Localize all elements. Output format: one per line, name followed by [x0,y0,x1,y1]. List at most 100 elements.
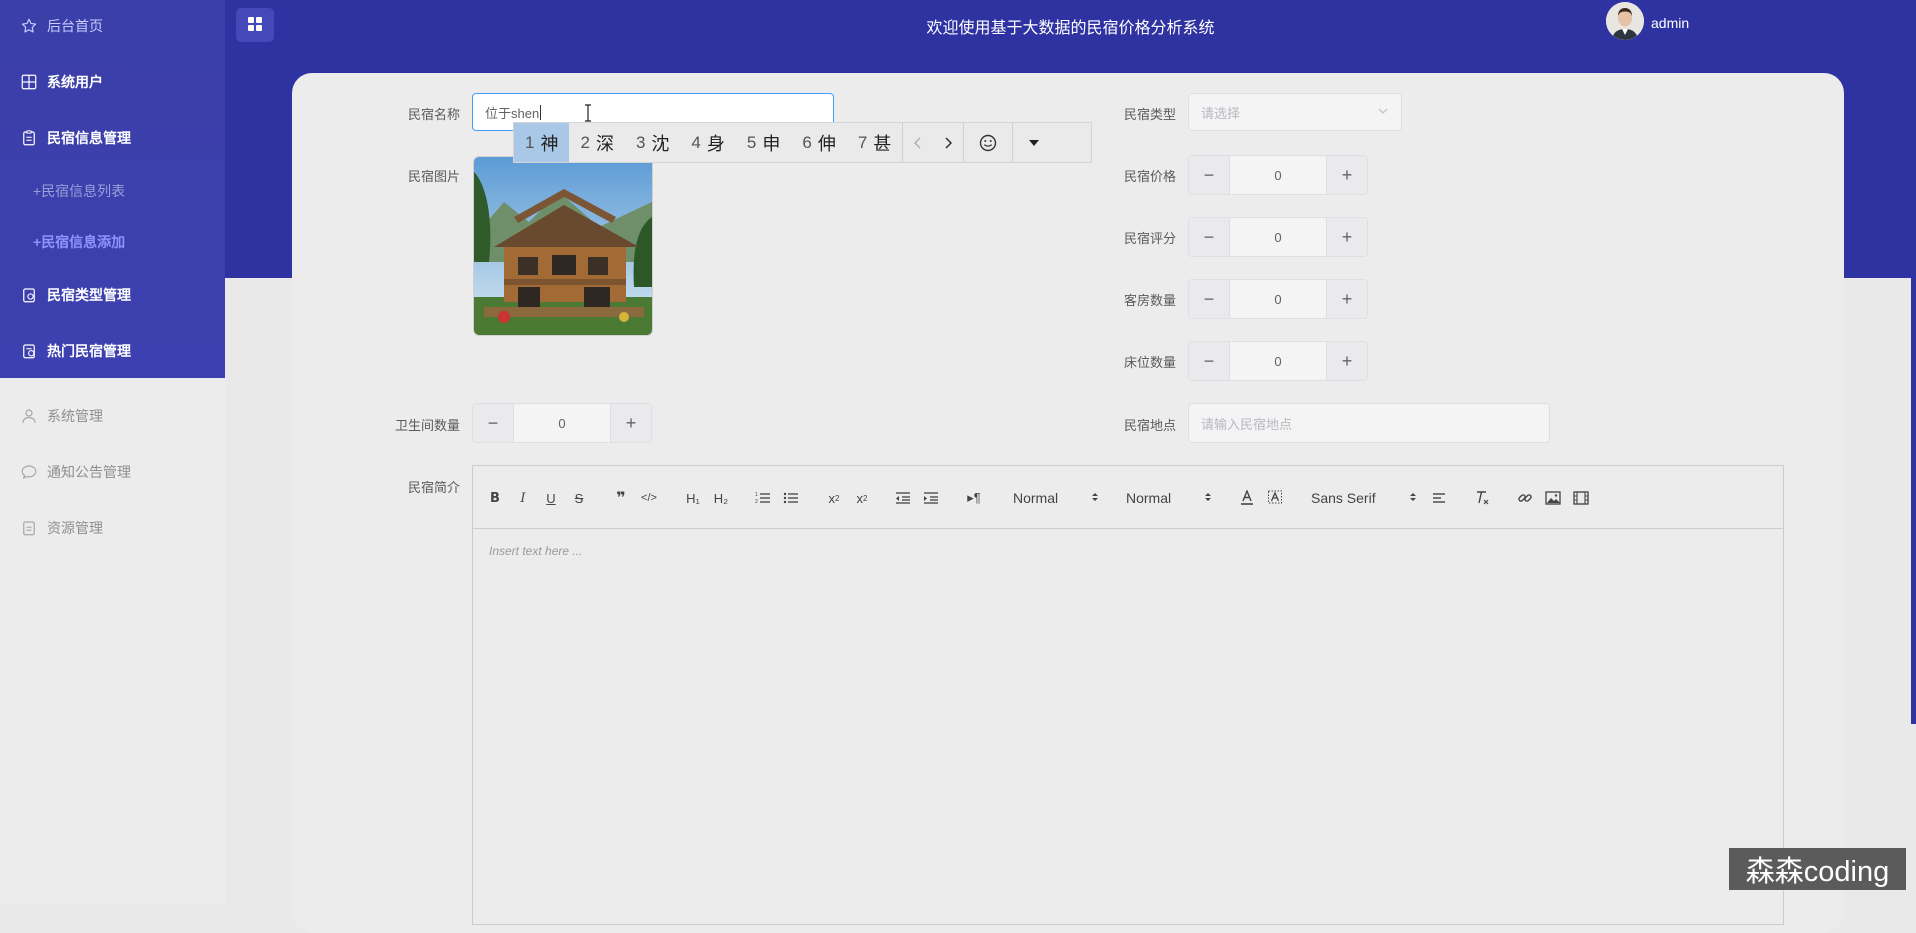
homestay-type-placeholder: 请选择 [1201,105,1241,121]
decrement-button[interactable]: − [1189,218,1230,256]
sidebar-item-homestay-type[interactable]: 民宿类型管理 [0,275,225,315]
text-direction-icon[interactable]: ▸¶ [965,488,983,508]
clear-format-icon[interactable] [1473,488,1491,508]
strike-icon[interactable]: S [571,488,587,508]
clipboard-icon [18,517,40,539]
increment-button[interactable]: + [1326,218,1367,256]
stepper-value[interactable]: 0 [1230,218,1326,256]
code-block-icon[interactable]: </> [641,488,657,508]
image-icon[interactable] [1545,488,1561,508]
scrollbar[interactable] [1911,50,1916,724]
background-color-icon[interactable] [1267,488,1283,508]
sidebar-item-label: 热门民宿管理 [47,343,131,359]
outdent-icon[interactable] [895,488,911,508]
sidebar-item-home[interactable]: 后台首页 [0,6,225,46]
sidebar-item-label: 民宿信息管理 [47,130,131,146]
sidebar-item-homestay-list[interactable]: +民宿信息列表 [0,171,225,211]
editor-placeholder[interactable]: Insert text here ... [489,544,582,558]
homestay-rating-stepper[interactable]: − 0 + [1188,217,1368,257]
underline-icon[interactable]: U [543,488,559,508]
sidebar-item-label: 系统用户 [47,74,103,90]
bold-icon[interactable]: B [487,488,503,508]
ime-prev-icon[interactable] [902,123,933,162]
room-count-stepper[interactable]: − 0 + [1188,279,1368,319]
align-icon[interactable] [1431,488,1447,508]
up-down-caret-icon [1204,490,1212,506]
sidebar-item-homestay-info[interactable]: 民宿信息管理 [0,118,225,158]
text-color-icon[interactable] [1239,488,1255,508]
homestay-price-stepper[interactable]: − 0 + [1188,155,1368,195]
blockquote-icon[interactable]: ❞ [613,488,629,508]
ime-candidate[interactable]: 1神 [514,123,570,162]
user-icon [18,405,40,427]
sidebar-item-label: +民宿信息添加 [33,234,126,250]
clipboard-icon [18,284,40,306]
sidebar-item-system-users[interactable]: 系统用户 [0,62,225,102]
homestay-type-select[interactable]: 请选择 [1188,93,1402,131]
sidebar-item-resource[interactable]: 资源管理 [0,508,225,548]
sidebar: 后台首页 系统用户 民宿信息管理 +民宿信息列表 +民宿信息添加 民宿类型管理 … [0,0,225,904]
size-picker[interactable]: Normal [1126,488,1212,508]
star-icon [18,15,40,37]
sidebar-item-hot-homestay[interactable]: 热门民宿管理 [0,331,225,371]
decrement-button[interactable]: − [473,404,514,442]
increment-button[interactable]: + [610,404,651,442]
sidebar-item-label: +民宿信息列表 [33,183,126,199]
chat-icon [18,461,40,483]
increment-button[interactable]: + [1326,156,1367,194]
ime-candidate[interactable]: 5申 [736,123,791,162]
decrement-button[interactable]: − [1189,156,1230,194]
increment-button[interactable]: + [1326,280,1367,318]
homestay-image-label: 民宿图片 [407,169,460,184]
username-label[interactable]: admin [1651,15,1689,31]
stepper-value[interactable]: 0 [514,404,610,442]
homestay-location-label: 民宿地点 [1123,418,1176,433]
superscript-icon[interactable]: x2 [853,488,871,508]
up-down-caret-icon [1091,490,1099,506]
sidebar-item-notice[interactable]: 通知公告管理 [0,452,225,492]
ime-candidate[interactable]: 7甚 [847,123,902,162]
subscript-icon[interactable]: x2 [825,488,843,508]
homestay-name-label: 民宿名称 [407,107,460,122]
ime-candidate[interactable]: 3沈 [625,123,680,162]
clipboard-icon [18,340,40,362]
header-picker[interactable]: Normal [1013,488,1099,508]
bathroom-count-stepper[interactable]: − 0 + [472,403,652,443]
ime-candidate[interactable]: 4身 [680,123,735,162]
homestay-image-upload[interactable] [473,156,653,336]
link-icon[interactable] [1517,488,1533,508]
ime-next-icon[interactable] [933,123,963,162]
stepper-value[interactable]: 0 [1230,156,1326,194]
grid-icon [247,16,263,35]
size-picker-value: Normal [1126,490,1172,506]
increment-button[interactable]: + [1326,342,1367,380]
up-down-caret-icon [1409,490,1417,506]
sidebar-item-homestay-add[interactable]: +民宿信息添加 [0,222,225,262]
header-1-icon[interactable]: H₁ [683,488,703,508]
italic-icon[interactable]: I [515,488,531,508]
indent-icon[interactable] [923,488,939,508]
video-icon[interactable] [1573,488,1589,508]
ime-candidate[interactable]: 6伸 [791,123,846,162]
menu-toggle-button[interactable] [236,8,274,42]
house-photo [474,157,652,335]
rich-text-editor[interactable]: B I U S ❞ </> H₁ H₂ 12 x2 x2 ▸¶ Normal N… [472,465,1784,925]
clipboard-icon [18,127,40,149]
font-picker[interactable]: Sans Serif [1311,488,1417,508]
avatar[interactable] [1606,2,1644,40]
bed-count-stepper[interactable]: − 0 + [1188,341,1368,381]
sidebar-item-system-management[interactable]: 系统管理 [0,396,225,436]
homestay-price-label: 民宿价格 [1123,169,1176,184]
ordered-list-icon[interactable]: 12 [755,488,771,508]
emoji-icon[interactable] [963,123,1012,162]
header-2-icon[interactable]: H₂ [711,488,731,508]
homestay-location-input[interactable]: 请输入民宿地点 [1188,403,1550,443]
decrement-button[interactable]: − [1189,280,1230,318]
decrement-button[interactable]: − [1189,342,1230,380]
ime-candidate[interactable]: 2深 [569,123,624,162]
ime-expand-icon[interactable] [1012,123,1055,162]
stepper-value[interactable]: 0 [1230,280,1326,318]
sidebar-item-label: 民宿类型管理 [47,287,131,303]
stepper-value[interactable]: 0 [1230,342,1326,380]
bullet-list-icon[interactable] [783,488,799,508]
